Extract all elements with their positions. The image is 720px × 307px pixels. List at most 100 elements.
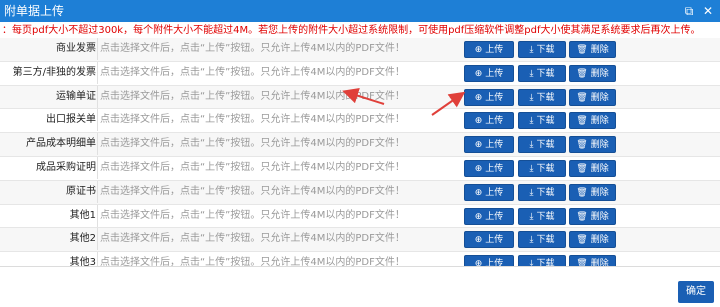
download-label: 下载	[536, 187, 555, 198]
upload-icon: ⊕	[474, 140, 483, 151]
delete-button[interactable]: 🗑删除	[569, 41, 616, 58]
download-button[interactable]: ⤓下载	[518, 183, 566, 201]
upload-icon: ⊕	[474, 92, 483, 103]
download-icon: ⤓	[529, 211, 534, 222]
attachment-type-label: 成品采购证明	[36, 161, 96, 173]
trash-icon: 🗑	[576, 68, 588, 79]
download-icon: ⤓	[529, 92, 534, 103]
delete-label: 删除	[590, 116, 609, 127]
download-icon: ⤓	[529, 116, 534, 127]
upload-label: 上传	[485, 45, 504, 55]
file-select-hint[interactable]: 点击选择文件后，点击“上传”按钮。只允许上传4M以内的PDF文件！	[97, 85, 460, 108]
upload-label: 上传	[485, 163, 504, 174]
maximize-icon[interactable]: ⧉	[682, 4, 696, 18]
upload-button[interactable]: ⊕上传	[464, 183, 514, 201]
file-select-hint[interactable]: 点击选择文件后，点击“上传”按钮。只允许上传4M以内的PDF文件！	[97, 109, 460, 132]
download-label: 下载	[536, 116, 555, 127]
download-label: 下载	[536, 211, 555, 222]
delete-label: 删除	[590, 140, 609, 151]
upload-button[interactable]: ⊕上传	[464, 64, 514, 82]
file-select-hint[interactable]: 点击选择文件后，点击“上传”按钮。只允许上传4M以内的PDF文件！	[97, 204, 460, 227]
upload-label: 上传	[485, 211, 504, 222]
delete-label: 删除	[590, 92, 609, 103]
upload-label: 上传	[485, 116, 504, 127]
upload-icon: ⊕	[474, 235, 483, 246]
attachment-type-label: 商业发票	[56, 43, 96, 54]
trash-icon: 🗑	[576, 163, 588, 174]
download-button[interactable]: ⤓下载	[518, 64, 566, 82]
trash-icon: 🗑	[576, 187, 588, 198]
delete-button[interactable]: 🗑删除	[569, 231, 616, 249]
delete-button[interactable]: 🗑删除	[569, 136, 616, 154]
upload-icon: ⊕	[474, 45, 483, 55]
download-label: 下载	[536, 45, 555, 55]
upload-button[interactable]: ⊕上传	[464, 136, 514, 154]
dialog-footer: 确定	[0, 266, 720, 307]
file-select-hint[interactable]: 点击选择文件后，点击“上传”按钮。只允许上传4M以内的PDF文件！	[97, 156, 460, 179]
upload-label: 上传	[485, 187, 504, 198]
delete-button[interactable]: 🗑删除	[569, 64, 616, 82]
download-icon: ⤓	[529, 68, 534, 79]
attachment-type-label: 出口报关单	[46, 114, 96, 126]
delete-label: 删除	[590, 163, 609, 174]
download-button[interactable]: ⤓下载	[518, 136, 566, 154]
attachment-type-label: 原证书	[66, 185, 96, 197]
attachment-type-label: 其他1	[69, 209, 96, 221]
upload-button[interactable]: ⊕上传	[464, 159, 514, 177]
download-button[interactable]: ⤓下载	[518, 207, 566, 225]
delete-button[interactable]: 🗑删除	[569, 159, 616, 177]
attachment-row: 运输单证 点击选择文件后，点击“上传”按钮。只允许上传4M以内的PDF文件！ ⊕ 上传…	[0, 85, 720, 110]
dialog-title: 附单据上传	[4, 4, 65, 18]
confirm-button[interactable]: 确定	[678, 281, 714, 303]
delete-label: 删除	[590, 235, 609, 246]
trash-icon: 🗑	[576, 116, 588, 127]
upload-icon: ⊕	[474, 163, 483, 174]
delete-button[interactable]: 🗑删除	[569, 112, 616, 130]
notice-text: ：每页pdf大小不超过300k，每个附件大小不能超过4M。若您上传的附件大小超过…	[2, 25, 701, 36]
delete-button[interactable]: 🗑删除	[569, 88, 616, 106]
file-select-hint[interactable]: 点击选择文件后，点击“上传”按钮。只允许上传4M以内的PDF文件！	[97, 61, 460, 84]
upload-button[interactable]: ⊕上传	[464, 231, 514, 249]
attachment-type-label: 其他2	[69, 233, 96, 245]
attachment-row: 出口报关单 点击选择文件后，点击“上传”按钮。只允许上传4M以内的PDF文件！ ⊕ 上…	[0, 109, 720, 134]
download-label: 下载	[536, 235, 555, 246]
attachment-row: 产品成本明细单 点击选择文件后，点击“上传”按钮。只允许上传4M以内的PDF文件！…	[0, 133, 720, 157]
download-button[interactable]: ⤓下载	[518, 159, 566, 177]
trash-icon: 🗑	[576, 235, 588, 246]
file-select-hint[interactable]: 点击选择文件后，点击“上传”按钮。只允许上传4M以内的PDF文件！	[97, 180, 460, 203]
download-icon: ⤓	[529, 45, 534, 55]
upload-label: 上传	[485, 68, 504, 79]
download-icon: ⤓	[529, 140, 534, 151]
trash-icon: 🗑	[576, 92, 588, 103]
delete-button[interactable]: 🗑删除	[569, 183, 616, 201]
upload-button[interactable]: ⊕上传	[464, 207, 514, 225]
download-button[interactable]: ⤓下载	[518, 231, 566, 249]
upload-button[interactable]: ⊕上传	[464, 41, 514, 58]
download-label: 下载	[536, 163, 555, 174]
trash-icon: 🗑	[576, 140, 588, 151]
upload-button[interactable]: ⊕上传	[464, 88, 514, 106]
attachment-row: 成品采购证明 点击选择文件后，点击“上传”按钮。只允许上传4M以内的PDF文件！ ⊕…	[0, 156, 720, 181]
download-button[interactable]: ⤓下载	[518, 112, 566, 130]
attachment-row: 其他1 点击选择文件后，点击“上传”按钮。只允许上传4M以内的PDF文件！ ⊕ 上传 ⤓…	[0, 204, 720, 229]
delete-button[interactable]: 🗑删除	[569, 207, 616, 225]
attachment-type-label: 第三方/非独的发票	[12, 66, 96, 78]
download-icon: ⤓	[529, 235, 534, 246]
download-button[interactable]: ⤓下载	[518, 41, 566, 58]
download-button[interactable]: ⤓下载	[518, 88, 566, 106]
upload-button[interactable]: ⊕上传	[464, 112, 514, 130]
file-select-hint[interactable]: 点击选择文件后，点击“上传”按钮。只允许上传4M以内的PDF文件！	[97, 228, 460, 251]
attachment-row: 原证书 点击选择文件后，点击“上传”按钮。只允许上传4M以内的PDF文件！ ⊕ 上传 ⤓…	[0, 180, 720, 205]
attachment-list: 商业发票 点击选择文件后，点击“上传”按钮。只允许上传4M以内的PDF文件！ ⊕ 上传…	[0, 38, 720, 300]
delete-label: 删除	[590, 68, 609, 79]
trash-icon: 🗑	[576, 45, 588, 55]
attachment-type-label: 运输单证	[56, 90, 96, 102]
attachment-row: 商业发票 点击选择文件后，点击“上传”按钮。只允许上传4M以内的PDF文件！ ⊕ 上传…	[0, 38, 720, 62]
upload-label: 上传	[485, 235, 504, 246]
upload-label: 上传	[485, 140, 504, 151]
file-select-hint[interactable]: 点击选择文件后，点击“上传”按钮。只允许上传4M以内的PDF文件！	[97, 38, 460, 60]
file-select-hint[interactable]: 点击选择文件后，点击“上传”按钮。只允许上传4M以内的PDF文件！	[97, 133, 460, 156]
download-label: 下载	[536, 92, 555, 103]
dialog-title-bar: 附单据上传 ⧉ ✕	[0, 0, 720, 22]
close-icon[interactable]: ✕	[701, 4, 715, 18]
